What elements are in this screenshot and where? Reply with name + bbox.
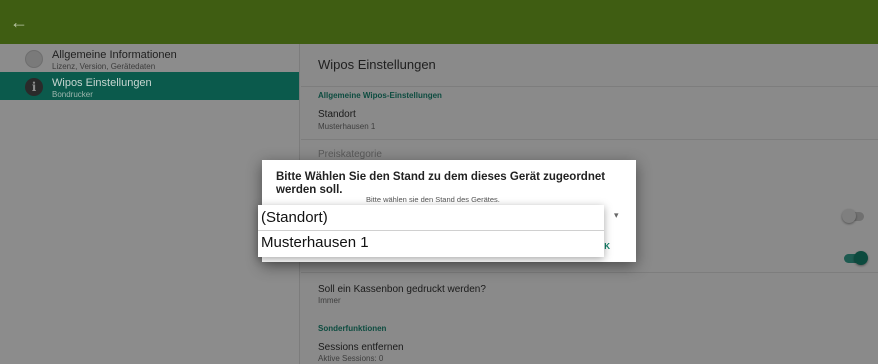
section-header-special: Sonderfunktionen — [318, 324, 387, 333]
section-header-general: Allgemeine Wipos-Einstellungen — [318, 91, 442, 100]
divider — [258, 230, 604, 231]
sidebar-item-label: Wipos Einstellungen — [52, 77, 152, 89]
divider — [301, 272, 878, 273]
pref-title: Soll ein Kassenbon gedruckt werden? — [318, 284, 486, 295]
toggle-switch-on[interactable] — [844, 251, 868, 265]
sidebar-item-wipos-einstellungen[interactable]: i Wipos Einstellungen Bondrucker — [0, 72, 299, 100]
sidebar: Allgemeine Informationen Lizenz, Version… — [0, 44, 300, 364]
info-icon: i — [25, 78, 43, 96]
page-title: Wipos Einstellungen — [318, 57, 436, 72]
pref-summary: Musterhausen 1 — [318, 122, 376, 131]
info-icon — [25, 50, 43, 68]
pref-summary: Aktive Sessions: 0 — [318, 354, 384, 363]
dialog-message: Bitte wählen sie den Stand des Gerätes. — [366, 195, 500, 204]
standort-dropdown-list: (Standort) Musterhausen 1 — [258, 205, 604, 257]
sidebar-item-allgemeine-informationen[interactable]: Allgemeine Informationen Lizenz, Version… — [0, 44, 299, 72]
divider — [301, 86, 878, 87]
dialog-title: Bitte Wählen Sie den Stand zu dem dieses… — [276, 171, 606, 196]
chevron-down-icon[interactable]: ▾ — [614, 210, 619, 221]
sidebar-item-subtitle: Bondrucker — [52, 90, 93, 99]
divider — [301, 139, 878, 140]
sidebar-item-subtitle: Lizenz, Version, Gerätedaten — [52, 62, 156, 71]
arrow-back-icon[interactable]: ← — [8, 11, 30, 33]
pref-summary: Immer — [318, 296, 341, 305]
pref-title: Preiskategorie — [318, 149, 382, 160]
dropdown-option-standort[interactable]: (Standort) — [261, 209, 328, 226]
app-bar: ← — [0, 0, 878, 44]
toggle-switch-off[interactable] — [842, 209, 864, 223]
sidebar-item-label: Allgemeine Informationen — [52, 49, 177, 61]
switch-knob — [842, 209, 856, 223]
pref-title: Standort — [318, 109, 356, 120]
pref-title: Sessions entfernen — [318, 342, 404, 353]
dropdown-option-musterhausen[interactable]: Musterhausen 1 — [261, 234, 369, 251]
switch-knob — [854, 251, 868, 265]
